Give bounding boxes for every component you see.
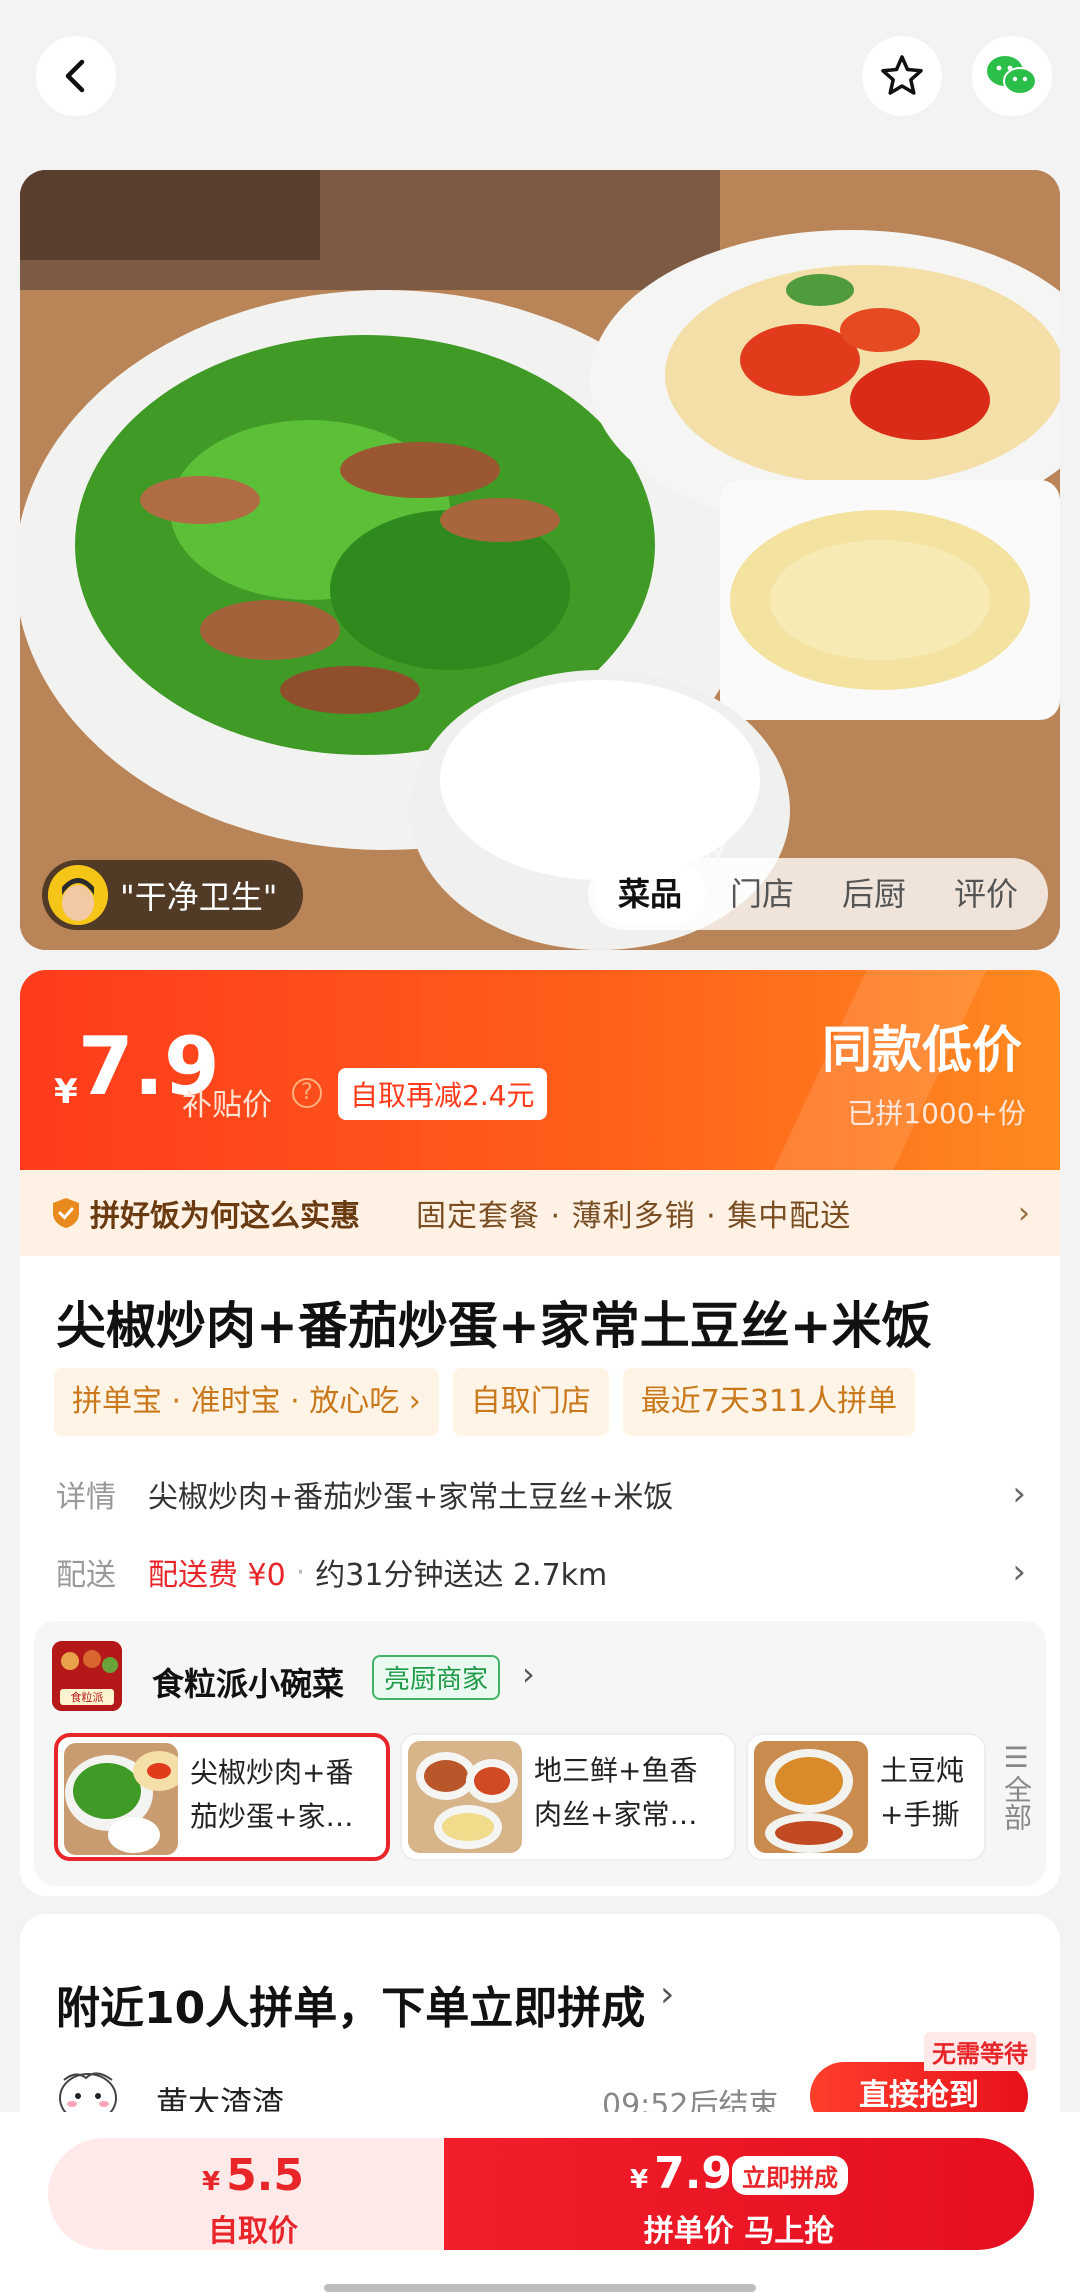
pickup-price-value: 5.5 xyxy=(226,2150,305,2201)
kitchen-badge: 亮厨商家 xyxy=(372,1655,501,1700)
help-icon[interactable]: ? xyxy=(292,1078,322,1108)
price-currency: ¥ xyxy=(54,1072,78,1112)
wechat-icon xyxy=(987,56,1037,95)
service-chips: 拼单宝 · 准时宝 · 放心吃 › 自取门店 最近7天311人拼单 xyxy=(54,1368,916,1436)
detail-row[interactable]: 详情 尖椒炒肉+番茄炒蛋+家常土豆丝+米饭 › xyxy=(56,1472,1026,1516)
detail-value: 尖椒炒肉+番茄炒蛋+家常土豆丝+米饭 xyxy=(148,1480,674,1515)
pickup-buy-button[interactable]: ¥5.5 自取价 xyxy=(48,2138,458,2250)
combo-card-2[interactable]: 地三鲜+鱼香肉丝+家常… xyxy=(400,1733,736,1861)
group-currency: ¥ xyxy=(630,2165,649,2195)
view-all-label: 全部 xyxy=(1000,1775,1033,1831)
shop-name[interactable]: 食粒派小碗菜 xyxy=(152,1659,344,1705)
pickup-label: 自取价 xyxy=(208,2214,298,2249)
view-all-button[interactable]: ☰ 全部 xyxy=(994,1741,1038,1831)
dish-title: 尖椒炒肉+番茄炒蛋+家常土豆丝+米饭 xyxy=(56,1297,932,1355)
combo-text: 地三鲜+鱼香肉丝+家常… xyxy=(534,1754,698,1831)
no-wait-badge: 无需等待 xyxy=(924,2032,1036,2071)
tab-kitchen[interactable]: 后厨 xyxy=(818,864,930,924)
shop-logo[interactable]: 食粒派 xyxy=(52,1641,122,1711)
favorite-button[interactable] xyxy=(862,36,942,116)
pickup-currency: ¥ xyxy=(201,2167,221,2197)
shield-check-icon xyxy=(53,1198,79,1228)
group-buy-button[interactable]: ¥7.9 立即拼成 拼单价 马上抢 xyxy=(444,2138,1034,2250)
shop-logo-text: 食粒派 xyxy=(71,1690,104,1704)
back-button[interactable] xyxy=(36,36,116,116)
nearby-title[interactable]: 附近10人拼单，下单立即拼成 xyxy=(56,1972,645,2036)
combo-thumb xyxy=(408,1741,522,1853)
tab-reviews[interactable]: 评价 xyxy=(930,864,1042,924)
sold-count: 已拼1000+份 xyxy=(847,1097,1026,1130)
dish-detail: 尖椒炒肉+番茄炒蛋+家常土豆丝+米饭 拼单宝 · 准时宝 · 放心吃 › 自取门… xyxy=(20,1256,1060,1896)
chevron-right-icon[interactable]: › xyxy=(522,1655,535,1693)
tab-dishes[interactable]: 菜品 xyxy=(594,864,706,924)
delivery-row[interactable]: 配送 配送费 ¥0 · 约31分钟送达 2.7km › xyxy=(56,1550,1026,1594)
tab-store[interactable]: 门店 xyxy=(706,864,818,924)
chevron-right-icon[interactable]: › xyxy=(660,1974,674,2015)
recent-orders-chip: 最近7天311人拼单 xyxy=(622,1368,916,1436)
price-banner: ¥ 7.9 补贴价 ? 自取再减2.4元 同款低价 已拼1000+份 xyxy=(20,970,1060,1170)
combo-thumb xyxy=(754,1741,868,1853)
pickup-discount-tag: 自取再减2.4元 xyxy=(338,1068,547,1120)
delivery-fee: 配送费 ¥0 xyxy=(148,1558,286,1593)
pickup-store-chip[interactable]: 自取门店 xyxy=(452,1368,609,1436)
group-price-value: 7.9 xyxy=(654,2148,733,2199)
chevron-right-icon: › xyxy=(1018,1195,1030,1231)
combo-text: 土豆炖+手撕 xyxy=(880,1754,965,1831)
value-explanation-bar[interactable]: 拼好饭为何这么实惠 固定套餐 · 薄利多销 · 集中配送 › xyxy=(20,1170,1060,1256)
chevron-left-icon xyxy=(65,59,85,93)
combo-card-3[interactable]: 土豆炖+手撕 xyxy=(746,1733,986,1861)
instant-group-tag: 立即拼成 xyxy=(732,2156,848,2195)
detail-label: 详情 xyxy=(56,1480,116,1515)
why-title: 拼好饭为何这么实惠 xyxy=(90,1199,360,1234)
chevron-right-icon: › xyxy=(1012,1474,1026,1514)
group-price: ¥7.9 xyxy=(630,2148,732,2199)
separator-dot: · xyxy=(295,1554,306,1590)
hygiene-label: "干净卫生" xyxy=(120,878,278,916)
combo-thumb xyxy=(64,1743,178,1855)
why-points: 固定套餐 · 薄利多销 · 集中配送 xyxy=(416,1199,852,1234)
hero-tabs: 菜品 门店 后厨 评价 xyxy=(588,858,1048,930)
chevron-right-icon: › xyxy=(1012,1552,1026,1592)
bottom-action-bar: ¥5.5 自取价 ¥7.9 立即拼成 拼单价 马上抢 xyxy=(0,2112,1080,2295)
delivery-label: 配送 xyxy=(56,1558,116,1593)
hygiene-badge[interactable]: "干净卫生" xyxy=(42,860,304,930)
pickup-price: ¥5.5 xyxy=(48,2150,458,2201)
subsidy-label: 补贴价 xyxy=(182,1088,272,1123)
home-indicator xyxy=(324,2284,756,2292)
same-price-slogan: 同款低价 xyxy=(822,1021,1022,1079)
group-label: 拼单价 马上抢 xyxy=(643,2214,835,2249)
guarantee-chip[interactable]: 拼单宝 · 准时宝 · 放心吃 › xyxy=(54,1368,439,1436)
shop-card: 食粒派 食粒派小碗菜 亮厨商家 › 尖椒炒肉+番茄炒蛋+家… 地三鲜+鱼香肉丝+… xyxy=(34,1621,1046,1886)
food-photo xyxy=(20,170,1060,950)
chef-avatar xyxy=(48,865,108,925)
delivery-time: 约31分钟送达 2.7km xyxy=(315,1558,608,1593)
combo-text: 尖椒炒肉+番茄炒蛋+家… xyxy=(190,1756,354,1833)
hero-image[interactable]: 拼好饭 "干净卫生" 菜品 门店 后厨 评价 xyxy=(20,170,1060,950)
combo-card-1[interactable]: 尖椒炒肉+番茄炒蛋+家… xyxy=(54,1733,390,1861)
share-wechat-button[interactable] xyxy=(972,36,1052,116)
list-icon: ☰ xyxy=(1003,1741,1029,1774)
star-outline-icon xyxy=(881,55,923,95)
